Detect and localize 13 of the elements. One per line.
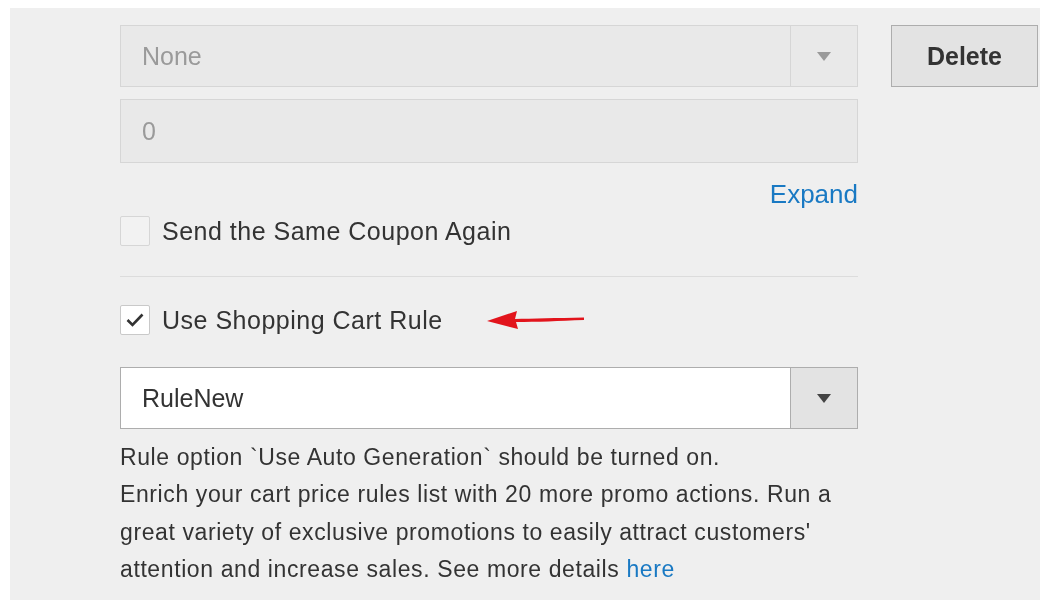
dropdown-field[interactable]: RuleNew bbox=[120, 367, 858, 429]
help-text: Rule option `Use Auto Generation` should be turned on. bbox=[120, 443, 722, 472]
checkmark-icon bbox=[126, 313, 144, 327]
help-text: Enrich your cart price rules list with 20 more promo actions. Run a great variety of exclusive promotions to easily attract customers' attention and increase sales. See more details here bbox=[120, 480, 833, 584]
expand-link[interactable]: Expand bbox=[769, 179, 858, 210]
checkbox-label: Send the Same Coupon Again bbox=[162, 216, 512, 246]
checkbox[interactable] bbox=[120, 216, 150, 246]
checkbox-label: Use Shopping Cart Rule bbox=[162, 305, 443, 335]
checkbox[interactable] bbox=[120, 305, 150, 335]
caret-icon bbox=[817, 51, 831, 61]
delete-button[interactable]: Delete bbox=[891, 25, 1038, 87]
here-link[interactable]: here bbox=[626, 556, 675, 582]
caret-icon bbox=[817, 393, 831, 403]
